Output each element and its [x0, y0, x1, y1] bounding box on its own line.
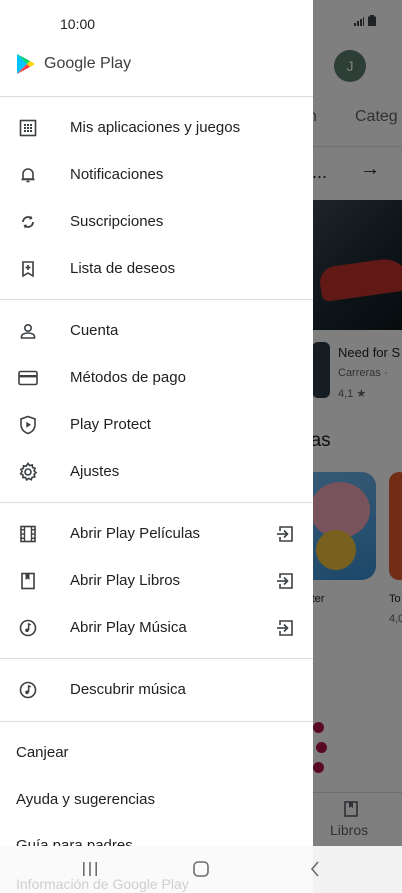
menu-item-open-play-movies[interactable]: Abrir Play Películas [0, 510, 313, 557]
music-icon [18, 618, 38, 638]
menu-item-label: Lista de deseos [70, 260, 176, 277]
divider [0, 299, 313, 300]
menu-item-label: Notificaciones [70, 166, 164, 183]
open-external-icon [275, 571, 295, 591]
shield-play-icon [18, 415, 38, 435]
menu-item-subscriptions[interactable]: Suscripciones [0, 198, 313, 245]
menu-item-open-play-music[interactable]: Abrir Play Música [0, 604, 313, 651]
bookmark-plus-icon [18, 259, 38, 279]
menu-item-label: Abrir Play Música [70, 619, 187, 636]
back-icon[interactable] [300, 854, 330, 884]
menu-item-label: Mis aplicaciones y juegos [70, 119, 241, 136]
menu-item-notifications[interactable]: Notificaciones [0, 151, 313, 198]
brand-name: Google Play [44, 55, 132, 72]
divider [0, 658, 313, 659]
film-icon [18, 524, 38, 544]
menu-item-label: Descubrir música [70, 681, 186, 698]
menu-item-label: Abrir Play Libros [70, 572, 181, 589]
music-icon [18, 680, 38, 700]
menu-item-account[interactable]: Cuenta [0, 307, 313, 354]
apps-grid-icon [18, 118, 38, 138]
link-google-play-info[interactable]: Información de Google Play [16, 876, 189, 892]
menu-item-label: Ajustes [70, 463, 120, 480]
menu-item-label: Play Protect [70, 416, 151, 433]
bell-icon [18, 165, 38, 185]
menu-item-wishlist[interactable]: Lista de deseos [0, 245, 313, 292]
menu-item-discover-music[interactable]: Descubrir música [0, 666, 313, 713]
status-time: 10:00 [60, 16, 96, 32]
menu-item-label: Métodos de pago [70, 369, 186, 386]
link-redeem[interactable]: Canjear [16, 744, 69, 761]
menu-item-play-protect[interactable]: Play Protect [0, 401, 313, 448]
menu-item-settings[interactable]: Ajustes [0, 448, 313, 495]
menu-item-label: Cuenta [70, 322, 119, 339]
status-icons [354, 15, 377, 29]
divider [0, 96, 313, 97]
menu-item-open-play-books[interactable]: Abrir Play Libros [0, 557, 313, 604]
menu-item-label: Abrir Play Películas [70, 525, 201, 542]
link-help-feedback[interactable]: Ayuda y sugerencias [16, 791, 155, 808]
book-icon [18, 571, 38, 591]
refresh-icon [18, 212, 38, 232]
credit-card-icon [18, 368, 38, 388]
menu-item-my-apps[interactable]: Mis aplicaciones y juegos [0, 104, 313, 151]
play-triangle-icon [17, 54, 35, 74]
signal-icon [354, 15, 368, 29]
menu-item-label: Suscripciones [70, 213, 164, 230]
navigation-drawer: Google Play Mis aplicaciones y juegos No… [0, 0, 313, 893]
divider [0, 502, 313, 503]
open-external-icon [275, 524, 295, 544]
battery-icon [368, 15, 377, 29]
divider [0, 721, 313, 722]
google-play-logo[interactable]: Google Play [16, 53, 131, 75]
open-external-icon [275, 618, 295, 638]
person-icon [18, 321, 38, 341]
menu-item-payment-methods[interactable]: Métodos de pago [0, 354, 313, 401]
gear-icon [18, 461, 38, 482]
home-icon[interactable] [186, 854, 216, 884]
